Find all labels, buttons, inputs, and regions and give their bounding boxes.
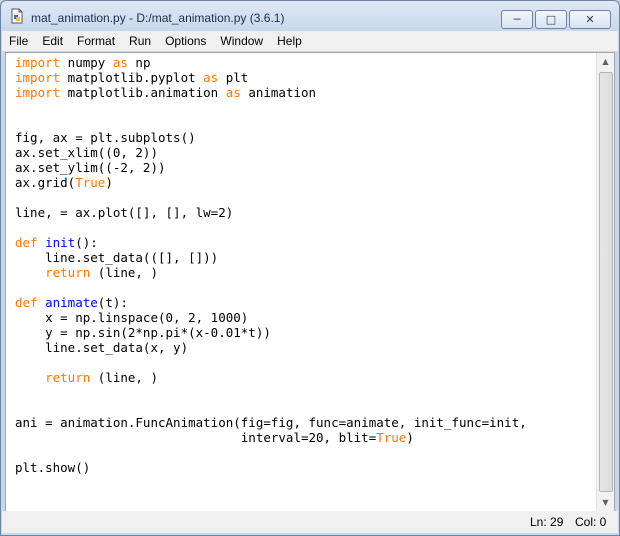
menu-file[interactable]: File (2, 34, 35, 48)
code-line[interactable]: ax.grid(True) (15, 175, 527, 190)
keyword-token: return (45, 370, 91, 385)
menu-run[interactable]: Run (122, 34, 158, 48)
code-token: ax.set_ylim((-2, 2)) (15, 160, 166, 175)
code-token: np (127, 55, 151, 70)
maximize-button[interactable]: □ (535, 10, 567, 29)
code-token: line, = ax.plot([], [], lw=2) (15, 205, 234, 220)
keyword-token: def (15, 235, 38, 250)
keyword-token: import (15, 70, 61, 85)
code-token: matplotlib.pyplot (60, 70, 204, 85)
code-text[interactable]: import numpy as np import matplotlib.pypl… (15, 55, 527, 475)
code-line[interactable] (15, 190, 527, 205)
code-editor[interactable]: import numpy as np import matplotlib.pypl… (5, 52, 615, 512)
code-token: line.set_data(([], [])) (15, 250, 219, 265)
keyword-token: True (75, 175, 106, 190)
code-line[interactable] (15, 100, 527, 115)
keyword-token: as (112, 55, 128, 70)
keyword-token: import (15, 85, 61, 100)
code-token: ax.set_xlim((0, 2)) (15, 145, 158, 160)
menu-window[interactable]: Window (213, 34, 270, 48)
code-line[interactable] (15, 280, 527, 295)
window-controls: ─ □ ✕ (501, 10, 611, 29)
code-line[interactable] (15, 220, 527, 235)
function-name-token: animate (45, 295, 98, 310)
code-token: x = np.linspace(0, 2, 1000) (15, 310, 249, 325)
code-token: numpy (60, 55, 113, 70)
keyword-token: True (376, 430, 407, 445)
code-line[interactable]: import matplotlib.pyplot as plt (15, 70, 527, 85)
keyword-token: as (203, 70, 219, 85)
code-token: ) (105, 175, 113, 190)
close-button[interactable]: ✕ (569, 10, 611, 29)
code-line[interactable] (15, 385, 527, 400)
code-line[interactable]: ax.set_xlim((0, 2)) (15, 145, 527, 160)
code-line[interactable]: fig, ax = plt.subplots() (15, 130, 527, 145)
code-token: matplotlib.animation (60, 85, 226, 100)
vertical-scrollbar[interactable]: ▲ ▼ (596, 53, 614, 511)
code-token: (line, ) (90, 370, 158, 385)
code-line[interactable]: ani = animation.FuncAnimation(fig=fig, f… (15, 415, 527, 430)
scroll-up-icon[interactable]: ▲ (597, 53, 614, 70)
code-line[interactable]: x = np.linspace(0, 2, 1000) (15, 310, 527, 325)
code-line[interactable]: line.set_data(x, y) (15, 340, 527, 355)
idle-editor-window: mat_animation.py - D:/mat_animation.py (… (0, 0, 620, 536)
code-token: (line, ) (90, 265, 158, 280)
code-line[interactable]: import numpy as np (15, 55, 527, 70)
code-line[interactable]: def animate(t): (15, 295, 527, 310)
code-line[interactable]: interval=20, blit=True) (15, 430, 527, 445)
scroll-thumb[interactable] (599, 72, 613, 492)
code-line[interactable] (15, 355, 527, 370)
code-token: line.set_data(x, y) (15, 340, 189, 355)
code-token: (t): (97, 295, 128, 310)
code-line[interactable]: y = np.sin(2*np.pi*(x-0.01*t)) (15, 325, 527, 340)
code-token: (): (75, 235, 98, 250)
title-bar[interactable]: mat_animation.py - D:/mat_animation.py (… (1, 1, 619, 31)
code-line[interactable]: def init(): (15, 235, 527, 250)
code-line[interactable]: import matplotlib.animation as animation (15, 85, 527, 100)
menu-options[interactable]: Options (158, 34, 213, 48)
code-token: ax.grid( (15, 175, 76, 190)
code-token: interval=20, blit= (15, 430, 377, 445)
code-token: ) (406, 430, 414, 445)
menu-format[interactable]: Format (70, 34, 122, 48)
code-line[interactable]: return (line, ) (15, 370, 527, 385)
scroll-down-icon[interactable]: ▼ (597, 494, 614, 511)
code-token: ani = animation.FuncAnimation(fig=fig, f… (15, 415, 527, 430)
code-token: animation (240, 85, 317, 100)
code-line[interactable] (15, 445, 527, 460)
code-token: fig, ax = plt.subplots() (15, 130, 196, 145)
minimize-button[interactable]: ─ (501, 10, 533, 29)
keyword-token: def (15, 295, 38, 310)
menu-edit[interactable]: Edit (35, 34, 70, 48)
status-line: Ln: 29 (530, 515, 564, 529)
code-token: y = np.sin(2*np.pi*(x-0.01*t)) (15, 325, 271, 340)
code-line[interactable] (15, 400, 527, 415)
function-name-token: init (45, 235, 76, 250)
code-line[interactable]: plt.show() (15, 460, 527, 475)
keyword-token: return (45, 265, 91, 280)
code-line[interactable]: return (line, ) (15, 265, 527, 280)
window-title: mat_animation.py - D:/mat_animation.py (… (31, 11, 285, 25)
python-file-icon (9, 8, 25, 24)
menu-bar: File Edit Format Run Options Window Help (2, 31, 618, 52)
code-line[interactable] (15, 115, 527, 130)
code-line[interactable]: line.set_data(([], [])) (15, 250, 527, 265)
code-token: plt.show() (15, 460, 91, 475)
menu-help[interactable]: Help (270, 34, 309, 48)
code-token: plt (218, 70, 249, 85)
status-column: Col: 0 (575, 515, 607, 529)
code-line[interactable]: ax.set_ylim((-2, 2)) (15, 160, 527, 175)
code-line[interactable]: line, = ax.plot([], [], lw=2) (15, 205, 527, 220)
keyword-token: import (15, 55, 61, 70)
keyword-token: as (225, 85, 241, 100)
status-bar: Ln: 29 Col: 0 (2, 511, 618, 533)
